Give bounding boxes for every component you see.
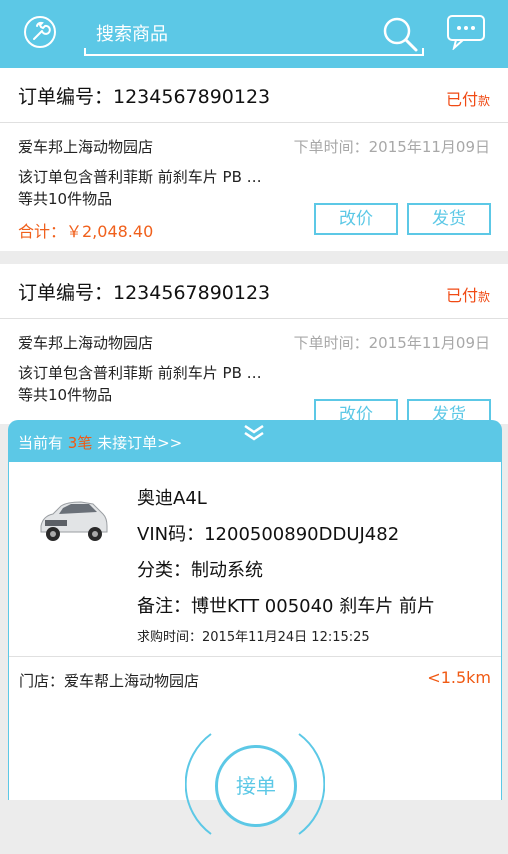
order-number: 订单编号：1234567890123 [18, 86, 271, 108]
pending-count: 3笔 [67, 434, 93, 452]
store-name: 门店：爱车帮上海动物园店 [19, 672, 200, 690]
order-card[interactable]: 订单编号：1234567890123 已付款 爱车邦上海动物园店 下单时间：20… [0, 264, 508, 431]
wrench-icon[interactable] [24, 16, 56, 48]
request-time: 求购时间：2015年11月24日 12:15:25 [137, 630, 370, 645]
order-status: 已付款 [445, 286, 490, 305]
shop-name: 爱车邦上海动物园店 [18, 334, 154, 352]
change-price-button[interactable]: 改价 [314, 203, 398, 235]
accept-order-button[interactable]: 接单 [215, 745, 297, 827]
popup-body: 奥迪A4L VIN码：1200500890DDUJ482 分类：制动系统 备注：… [8, 462, 502, 835]
order-header: 订单编号：1234567890123 已付款 [0, 68, 508, 123]
order-card[interactable]: 订单编号：1234567890123 已付款 爱车邦上海动物园店 下单时间：20… [0, 68, 508, 251]
order-total: 合计：￥2,048.40 [18, 222, 154, 241]
popup-header[interactable]: 当前有 3笔 未接订单>> [8, 420, 502, 462]
search-bar[interactable] [84, 12, 424, 56]
shop-name: 爱车邦上海动物园店 [18, 138, 154, 156]
car-image [40, 501, 108, 541]
order-description: 该订单包含普利菲斯 前刹车片 PB … 等共10件物品 [18, 364, 262, 404]
search-icon[interactable] [380, 14, 420, 54]
order-description: 该订单包含普利菲斯 前刹车片 PB … 等共10件物品 [18, 168, 262, 208]
distance: <1.5km [427, 668, 491, 687]
vin-code: VIN码：1200500890DDUJ482 [137, 524, 400, 545]
pending-orders-title[interactable]: 当前有 3笔 未接订单>> [18, 432, 182, 453]
collapse-chevron-icon[interactable] [242, 422, 266, 442]
category: 分类：制动系统 [137, 560, 263, 581]
order-header: 订单编号：1234567890123 已付款 [0, 264, 508, 319]
divider [9, 656, 501, 657]
pending-orders-popup: 当前有 3笔 未接订单>> 奥迪A4L VIN码：1200500890DDUJ4… [8, 420, 502, 835]
message-icon[interactable] [446, 14, 486, 50]
ship-button[interactable]: 发货 [407, 203, 491, 235]
order-number: 订单编号：1234567890123 [18, 282, 271, 304]
order-time: 下单时间：2015年11月09日 [293, 138, 490, 156]
search-input[interactable] [94, 18, 368, 50]
order-status: 已付款 [445, 90, 490, 109]
car-model: 奥迪A4L [137, 488, 207, 509]
top-bar [0, 0, 508, 68]
order-time: 下单时间：2015年11月09日 [293, 334, 490, 352]
note: 备注：博世KTT 005040 刹车片 前片 [137, 596, 435, 617]
